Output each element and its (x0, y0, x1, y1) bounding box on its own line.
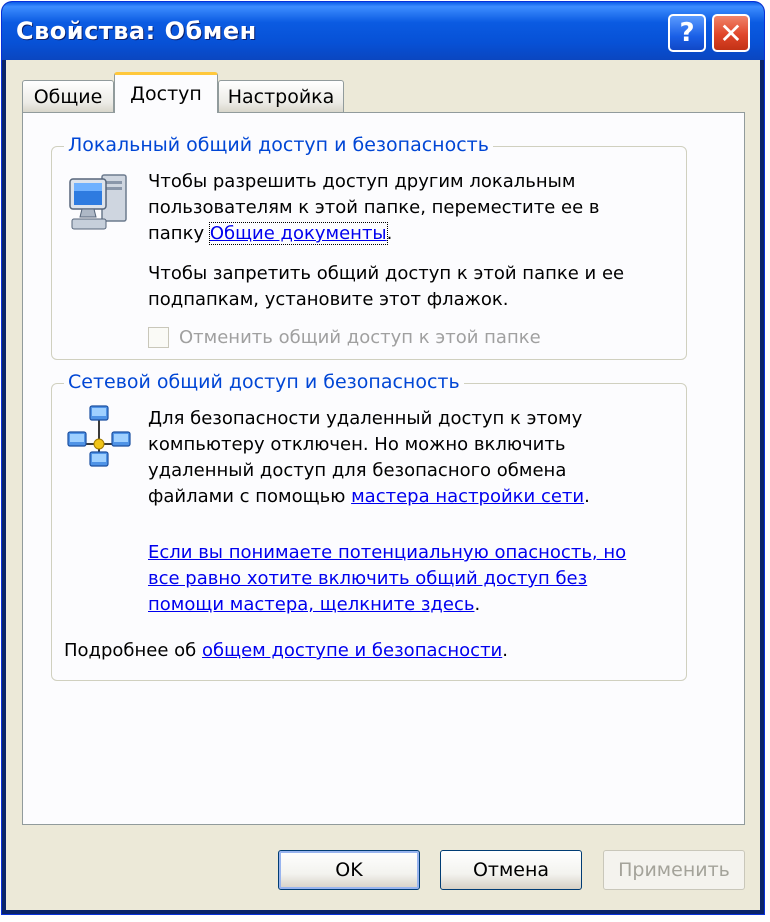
tab-sharing[interactable]: Доступ (114, 72, 218, 113)
window-title: Свойства: Обмен (16, 17, 257, 45)
network-setup-wizard-link[interactable]: мастера настройки сети (351, 486, 584, 507)
apply-button[interactable]: Применить (603, 850, 745, 890)
unshare-checkbox-row[interactable]: Отменить общий доступ к этой папке (148, 327, 541, 348)
dialog-client-area: Общие Доступ Настройка Локальный общий д… (6, 60, 760, 910)
network-sharing-title: Сетевой общий доступ и безопасность (64, 371, 464, 393)
unshare-checkbox-label: Отменить общий доступ к этой папке (179, 327, 541, 348)
sharing-tab-panel: Локальный общий доступ и безопасность Чт… (22, 112, 745, 825)
unshare-text-line: Чтобы запретить общий доступ к этой папк… (148, 263, 625, 284)
enable-sharing-without-wizard-link[interactable]: все равно хотите включить общий доступ б… (148, 566, 688, 592)
local-text-fragment: . (386, 223, 393, 244)
computer-icon (69, 174, 127, 230)
tab-settings[interactable]: Настройка (218, 80, 344, 112)
local-text-line: Чтобы разрешить доступ другим локальным (148, 171, 576, 192)
close-icon: ✕ (719, 16, 743, 50)
risk-link-block: Если вы понимаете потенциальную опасност… (148, 540, 688, 618)
cancel-button[interactable]: Отмена (440, 850, 582, 890)
help-button[interactable]: ? (668, 14, 706, 52)
enable-sharing-without-wizard-link[interactable]: Если вы понимаете потенциальную опасност… (148, 540, 688, 566)
local-sharing-title: Локальный общий доступ и безопасность (64, 134, 493, 156)
network-icon (67, 405, 131, 467)
properties-dialog: Свойства: Обмен ? ✕ Общие Доступ Настрой… (2, 2, 764, 914)
sharing-security-link[interactable]: общем доступе и безопасности (202, 640, 502, 661)
more-info-line: Подробнее об общем доступе и безопасност… (64, 638, 664, 664)
risk-link-line: помощи мастера, щелкните здесь. (148, 592, 688, 618)
unshare-checkbox[interactable] (148, 327, 169, 348)
more-info-suffix: . (502, 640, 508, 661)
network-sharing-group: Сетевой общий доступ и безопасность Для (51, 371, 688, 681)
network-text-line: файлами с помощью мастера настройки сети… (148, 484, 668, 510)
shared-documents-link[interactable]: Общие документы (208, 222, 388, 245)
local-text-line: папку Общие документы. (148, 221, 668, 247)
unshare-text-line: подпапкам, установите этот флажок. (148, 289, 509, 310)
network-text-line: Для безопасности удаленный доступ к этом… (148, 408, 583, 429)
local-sharing-description: Чтобы разрешить доступ другим локальным … (148, 169, 668, 247)
ok-button[interactable]: OK (278, 850, 420, 890)
more-info-prefix: Подробнее об (64, 640, 203, 661)
local-sharing-group: Локальный общий доступ и безопасность Чт… (51, 134, 687, 360)
tab-general[interactable]: Общие (22, 80, 114, 112)
risk-link-suffix: . (474, 594, 481, 615)
network-text-fragment: . (584, 486, 590, 507)
unshare-description: Чтобы запретить общий доступ к этой папк… (148, 261, 668, 313)
enable-sharing-without-wizard-link[interactable]: помощи мастера, щелкните здесь (148, 594, 474, 615)
local-text-line: пользователям к этой папке, переместите … (148, 197, 600, 218)
local-text-fragment: папку (148, 223, 210, 244)
help-icon: ? (679, 18, 695, 48)
network-sharing-description: Для безопасности удаленный доступ к этом… (148, 406, 668, 510)
network-text-line: удаленный доступ для безопасного обмена (148, 460, 567, 481)
network-text-line: компьютеру отключен. Но можно включить (148, 434, 566, 455)
title-bar[interactable]: Свойства: Обмен ? ✕ (2, 2, 764, 60)
close-button[interactable]: ✕ (712, 14, 750, 52)
network-text-fragment: файлами с помощью (148, 486, 352, 507)
